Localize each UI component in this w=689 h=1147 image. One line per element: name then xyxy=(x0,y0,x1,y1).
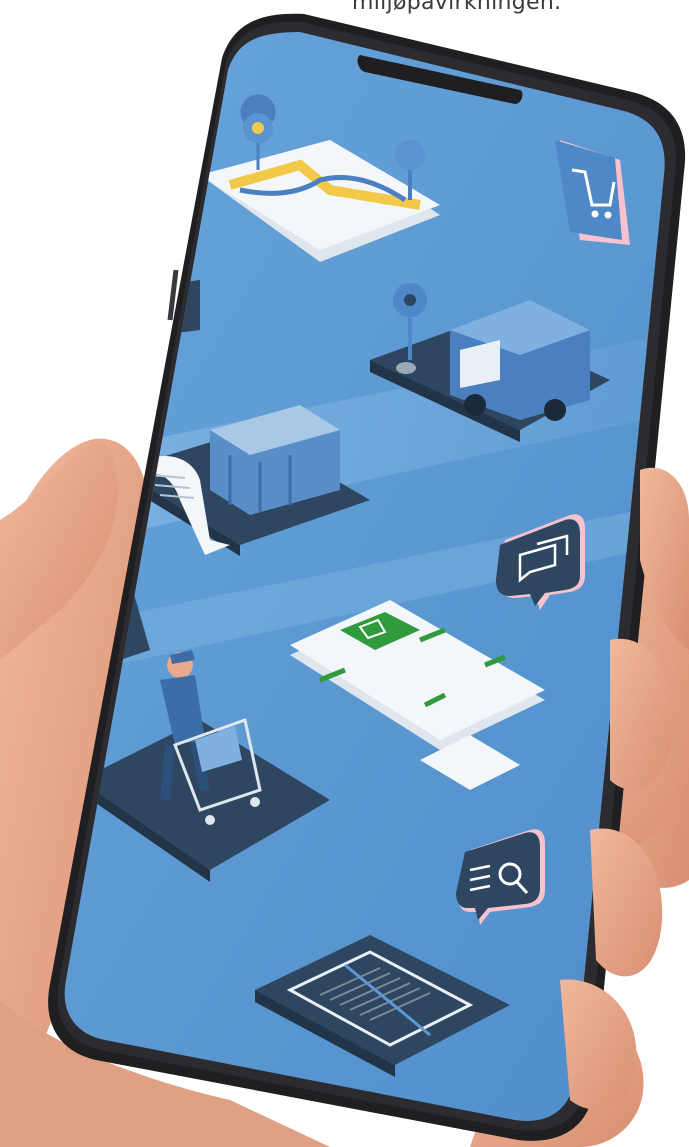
phone-in-hand-illustration xyxy=(0,13,689,1147)
